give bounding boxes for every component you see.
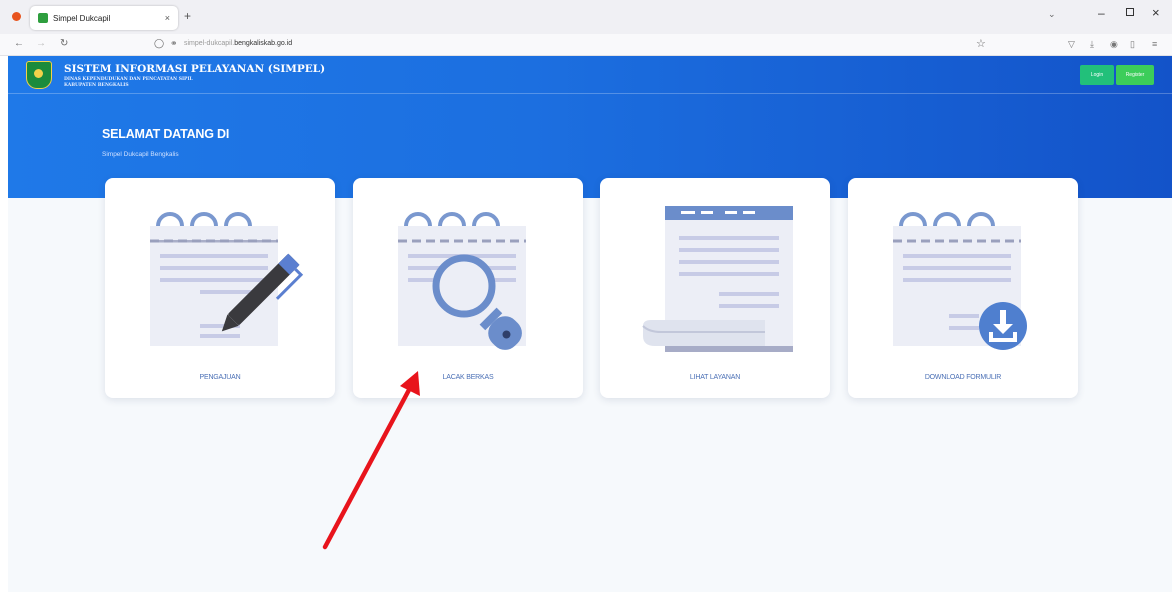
browser-window: Simpel Dukcapil × + ⌄ – × ← → ↻ ◯ ⚭ simp… <box>0 0 1172 592</box>
annotation-arrow <box>322 371 420 550</box>
